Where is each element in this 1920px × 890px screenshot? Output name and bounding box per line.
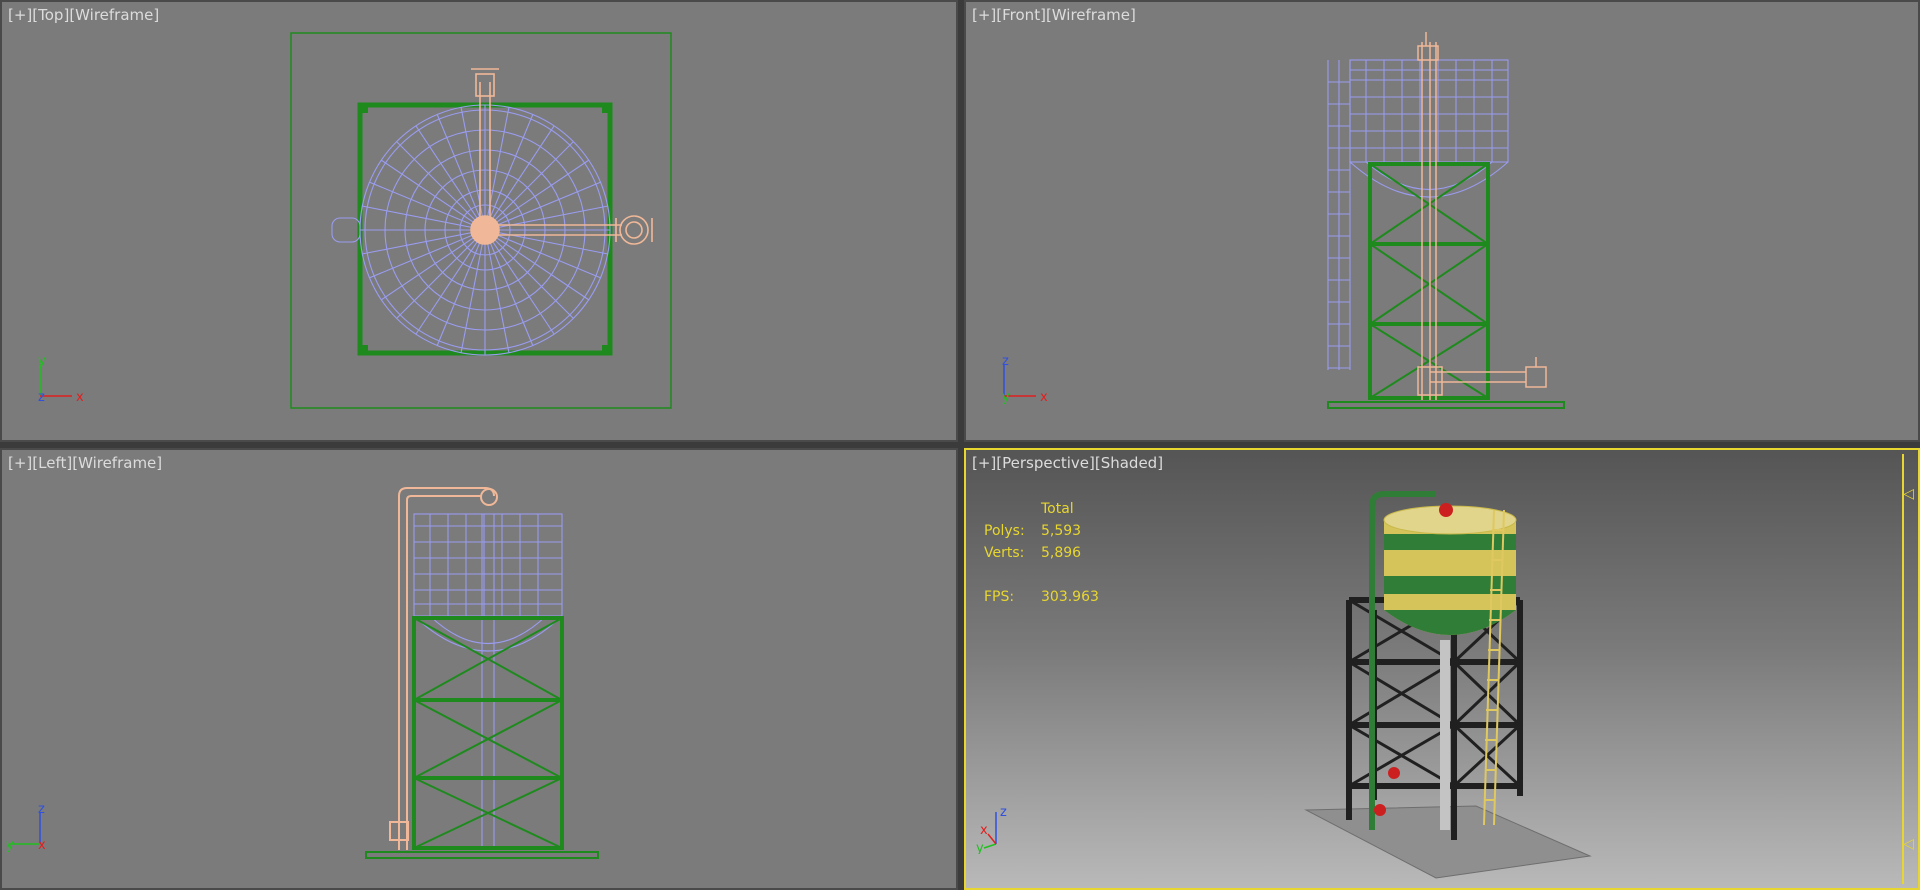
left-wireframe-model bbox=[365, 487, 599, 859]
viewport-top[interactable]: [+][Top][Wireframe] y z x bbox=[0, 0, 958, 442]
axis-tripod: z y x bbox=[6, 804, 46, 853]
svg-text:x: x bbox=[38, 838, 46, 853]
front-wireframe-model bbox=[1327, 32, 1565, 409]
svg-text:x: x bbox=[980, 823, 988, 838]
svg-text:y: y bbox=[1002, 390, 1010, 405]
svg-text:z: z bbox=[38, 390, 45, 405]
viewport-slider-track[interactable] bbox=[1902, 454, 1904, 884]
svg-text:x: x bbox=[76, 390, 84, 405]
svg-text:x: x bbox=[1040, 390, 1048, 405]
axis-tripod: z y x bbox=[976, 805, 1007, 854]
viewport-left[interactable]: [+][Left][Wireframe] z y x bbox=[0, 448, 958, 890]
top-wireframe-model bbox=[290, 32, 672, 409]
slider-top-arrow-icon[interactable]: ◁ bbox=[1903, 486, 1914, 502]
svg-text:z: z bbox=[1002, 356, 1009, 369]
shaded-tank-model bbox=[1304, 491, 1592, 879]
svg-text:z: z bbox=[1000, 805, 1007, 820]
viewport-perspective[interactable]: [+][Perspective][Shaded] Total Polys: 5,5… bbox=[964, 448, 1920, 890]
svg-text:y: y bbox=[6, 838, 14, 853]
axis-tripod: y z x bbox=[38, 356, 84, 405]
axis-tripod: z y x bbox=[1002, 356, 1048, 405]
viewport-front[interactable]: [+][Front][Wireframe] z y x bbox=[964, 0, 1920, 442]
svg-text:y: y bbox=[976, 841, 984, 854]
svg-text:y: y bbox=[38, 356, 46, 369]
slider-bottom-arrow-icon[interactable]: ◁ bbox=[1903, 836, 1914, 852]
svg-text:z: z bbox=[38, 804, 45, 817]
